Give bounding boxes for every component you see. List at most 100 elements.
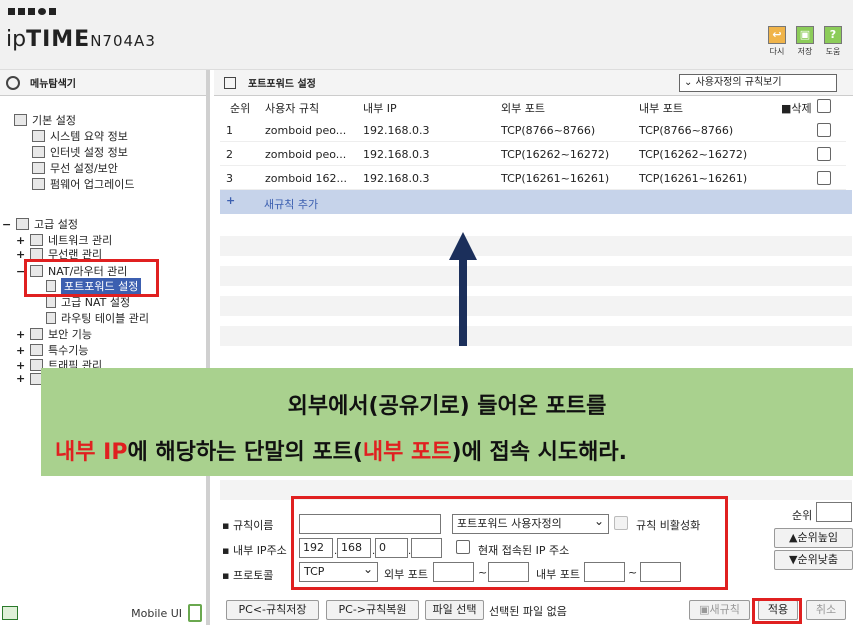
rule-view-select[interactable]: ⌄ 사용자정의 규칙보기 [679, 74, 837, 92]
sidebar-item-nat[interactable]: − NAT/라우터 관리 [16, 263, 127, 279]
search-icon [6, 75, 20, 90]
cell-rule: zomboid peo... [265, 124, 347, 137]
cell-rule: zomboid peo... [265, 148, 347, 161]
col-ext-port: 외부 포트 [501, 102, 545, 115]
sidebar-item-wireless[interactable]: 무선 설정/보안 [32, 160, 118, 176]
file-select-button[interactable]: 파일 선택 [425, 600, 484, 620]
chart-icon [32, 130, 45, 142]
mobile-icon[interactable] [188, 604, 202, 622]
sidebar-item-label: 포트포워드 설정 [61, 278, 142, 294]
rank-label: 순위 [792, 509, 813, 522]
sidebar-item-special[interactable]: + 특수기능 [16, 342, 88, 358]
int-port-start-input[interactable] [584, 562, 625, 582]
protocol-select[interactable]: TCP [299, 560, 378, 582]
folder-icon [30, 344, 43, 356]
rank-input[interactable] [816, 502, 852, 522]
sidebar-title: 메뉴탐색기 [30, 79, 76, 90]
save-label: 저장 [797, 47, 813, 56]
row-delete-checkbox[interactable] [817, 171, 831, 185]
plus-icon: + [16, 358, 26, 372]
rank-down-button[interactable]: ▼순위낮춤 [774, 550, 853, 570]
row-delete-checkbox[interactable] [817, 147, 831, 161]
sidebar-item-advanced-nat[interactable]: 고급 NAT 설정 [46, 294, 130, 310]
network-icon [30, 234, 43, 246]
help-icon: ? [824, 26, 842, 44]
wifi-icon [30, 248, 43, 260]
ip-octet-4[interactable] [411, 538, 442, 558]
sidebar-item-label: 고급 NAT 설정 [61, 296, 131, 309]
rule-view-select-label: 사용자정의 규칙보기 [695, 77, 782, 88]
annotation-text-d: )에 접속 시도해라. [451, 440, 627, 465]
cell-ip: 192.168.0.3 [363, 148, 430, 161]
folder-icon [14, 114, 27, 126]
sidebar-item-label: 인터넷 설정 정보 [50, 146, 128, 159]
logo-time: TIME [26, 27, 91, 52]
cell-ip: 192.168.0.3 [363, 172, 430, 185]
mobile-ui-link[interactable]: Mobile UI [131, 607, 182, 620]
sidebar-group-advanced-label: 고급 설정 [34, 218, 78, 231]
sidebar-item-firmware[interactable]: 펌웨어 업그레이드 [32, 176, 134, 192]
ext-port-start-input[interactable] [433, 562, 474, 582]
ip-octet-2[interactable]: 168 [337, 538, 371, 558]
cell-rank: 2 [226, 148, 233, 161]
empty-row [220, 296, 852, 316]
select-all-checkbox[interactable] [817, 99, 831, 113]
sidebar-item-label: 무선 설정/보안 [50, 162, 118, 175]
pc-save-button[interactable]: PC<-규칙저장 [226, 600, 319, 620]
sidebar-item-wlan[interactable]: + 무선랜 관리 [16, 246, 102, 262]
rule-type-select[interactable]: 포트포워드 사용자정의 [452, 512, 609, 534]
plus-icon: + [226, 194, 236, 207]
row-delete-checkbox[interactable] [817, 123, 831, 137]
help-label: 도움 [825, 47, 841, 56]
sidebar-item-routing-table[interactable]: 라우팅 테이블 관리 [46, 310, 149, 326]
cell-ip: 192.168.0.3 [363, 124, 430, 137]
sidebar-header: 메뉴탐색기 [0, 70, 206, 96]
sidebar-item-security[interactable]: + 보안 기능 [16, 326, 92, 342]
table-row[interactable]: 2 zomboid peo... 192.168.0.3 TCP(16262~1… [220, 142, 846, 166]
rule-name-label: ▪ 규칙이름 [222, 519, 274, 532]
plus-icon: + [16, 343, 26, 357]
ip-octet-3[interactable]: 0 [375, 538, 408, 558]
sidebar-item-label: 특수기능 [48, 344, 89, 357]
rank-up-button[interactable]: ▲순위높임 [774, 528, 853, 548]
ip-octet-1[interactable]: 192 [299, 538, 333, 558]
sidebar-footer: Mobile UI [0, 601, 206, 625]
sidebar-item-port-forward[interactable]: 포트포워드 설정 [46, 278, 142, 294]
page-title: 포트포워드 설정 [248, 79, 316, 90]
sidebar-group-basic[interactable]: 기본 설정 [14, 112, 76, 128]
home-icon[interactable] [2, 606, 18, 620]
col-inner-ip: 내부 IP [363, 102, 397, 115]
help-button[interactable]: ? 도움 [823, 26, 843, 57]
upgrade-icon [32, 178, 45, 190]
disable-rule-checkbox[interactable] [614, 516, 628, 530]
inner-ip-label: ▪ 내부 IP주소 [222, 544, 287, 557]
page-icon [46, 296, 56, 308]
sidebar: 메뉴탐색기 기본 설정 시스템 요약 정보 인터넷 설정 정보 무선 설정/보안… [0, 70, 210, 625]
cancel-button[interactable]: 취소 [806, 600, 846, 620]
col-delete-label: 삭제 [791, 102, 812, 115]
table-row[interactable]: 3 zomboid 162... 192.168.0.3 TCP(16261~1… [220, 166, 846, 190]
add-rule-label: 새규칙 추가 [264, 198, 319, 211]
router-icon [30, 265, 43, 277]
current-ip-label: 현재 접속된 IP 주소 [478, 544, 570, 557]
refresh-label: 다시 [769, 47, 785, 56]
sidebar-item-system-summary[interactable]: 시스템 요약 정보 [32, 128, 128, 144]
add-rule-row[interactable]: + 새규칙 추가 [220, 190, 852, 214]
pc-restore-button[interactable]: PC->규칙복원 [326, 600, 419, 620]
logo-model: N704A3 [90, 32, 156, 50]
plus-icon: + [16, 372, 26, 385]
int-port-label: 내부 포트 [536, 568, 580, 581]
sidebar-item-label: 펌웨어 업그레이드 [50, 178, 135, 191]
cell-int-port: TCP(16261~16261) [639, 172, 748, 185]
apply-button[interactable]: 적용 [758, 600, 798, 620]
ext-port-end-input[interactable] [488, 562, 529, 582]
sidebar-item-internet[interactable]: 인터넷 설정 정보 [32, 144, 128, 160]
current-ip-checkbox[interactable] [456, 540, 470, 554]
table-row[interactable]: 1 zomboid peo... 192.168.0.3 TCP(8766~87… [220, 118, 846, 142]
sidebar-group-advanced[interactable]: − 고급 설정 [2, 216, 78, 232]
refresh-button[interactable]: ↩ 다시 [767, 26, 787, 57]
new-rule-button[interactable]: ▣새규칙 [689, 600, 750, 620]
int-port-end-input[interactable] [640, 562, 681, 582]
save-button[interactable]: ▣ 저장 [795, 26, 815, 57]
rule-name-input[interactable] [299, 514, 441, 534]
